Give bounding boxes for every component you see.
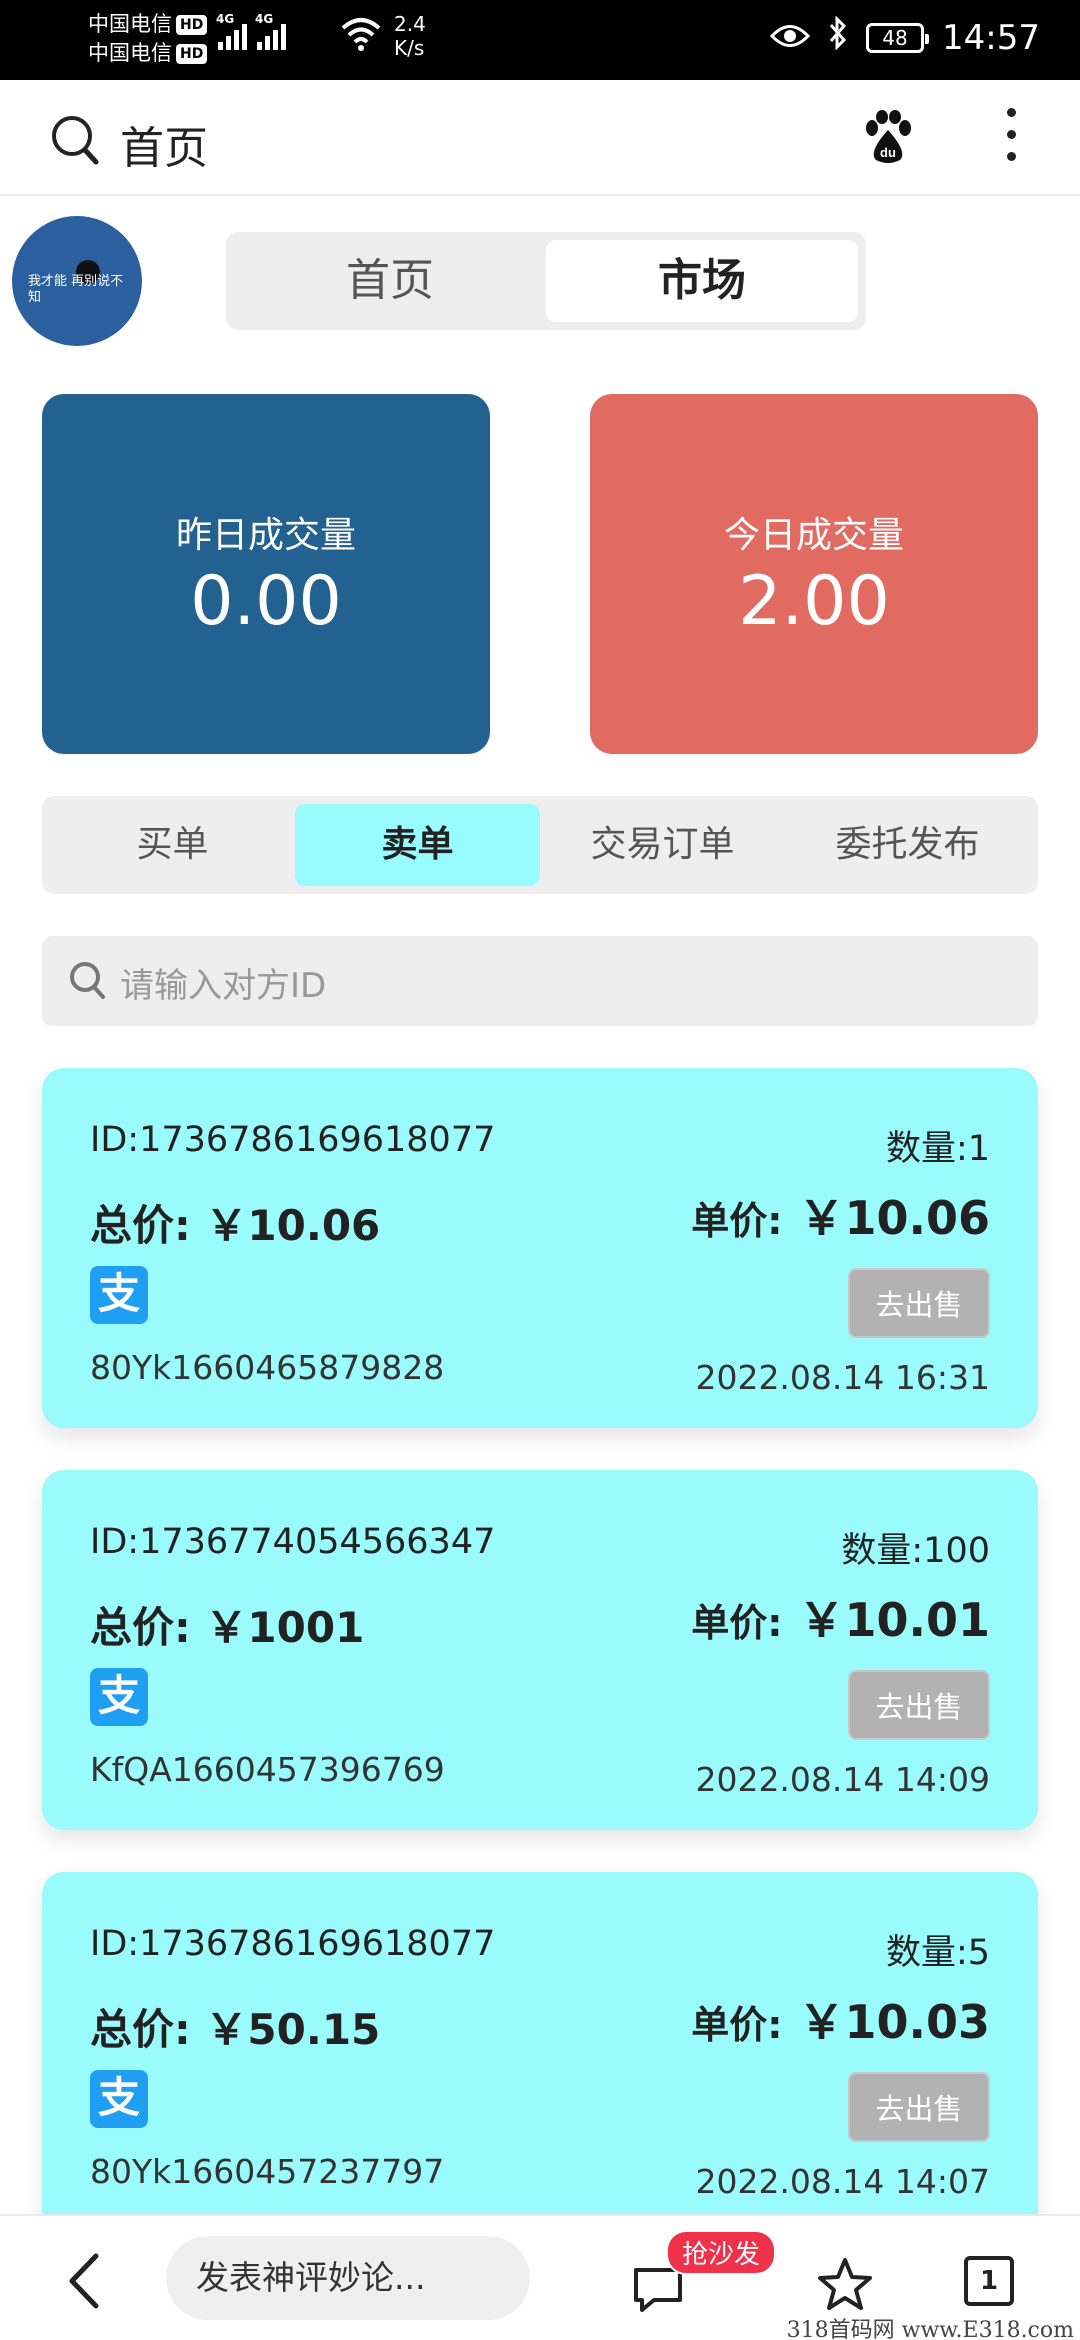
- order-unit-price: 单价: ￥10.06: [691, 1191, 990, 1245]
- order-time: 2022.08.14 14:07: [695, 2162, 990, 2201]
- order-code: KfQA1660457396769: [90, 1750, 445, 1789]
- order-unit-price: 单价: ￥10.01: [691, 1593, 990, 1647]
- order-card: ID:1736786169618077 数量:5 总价: ￥50.15 单价: …: [42, 1872, 1038, 2232]
- carrier-1: 中国电信: [88, 12, 172, 36]
- order-quantity: 数量:100: [841, 1531, 990, 1571]
- tab-sell-orders[interactable]: 卖单: [295, 804, 540, 886]
- signal-icon: 4G: [255, 12, 286, 50]
- avatar[interactable]: 我才能 再别说不知: [12, 216, 142, 346]
- tab-trade-orders[interactable]: 交易订单: [540, 804, 785, 886]
- yesterday-volume-card: 昨日成交量 0.00: [42, 394, 490, 754]
- sell-button[interactable]: 去出售: [848, 1670, 990, 1740]
- order-time: 2022.08.14 16:31: [695, 1358, 990, 1397]
- hd-badge: HD: [176, 43, 208, 64]
- order-unit-price: 单价: ￥10.03: [691, 1995, 990, 2049]
- tab-home[interactable]: 首页: [234, 240, 546, 322]
- order-time: 2022.08.14 14:09: [695, 1760, 990, 1799]
- signal-icons: 4G 4G: [216, 12, 286, 50]
- order-quantity: 数量:5: [885, 1933, 990, 1973]
- app-header: 首页 du: [0, 80, 1080, 196]
- order-total: 总价: ￥50.15: [90, 2005, 381, 2054]
- tab-buy-orders[interactable]: 买单: [50, 804, 295, 886]
- carrier-2: 中国电信: [88, 41, 172, 65]
- avatar-caption: 我才能 再别说不知: [28, 274, 124, 305]
- comment-badge: 抢沙发: [666, 2230, 777, 2275]
- search-placeholder: 请输入对方ID: [120, 966, 327, 1006]
- alipay-icon: 支: [90, 1668, 148, 1726]
- search-input[interactable]: 请输入对方ID: [42, 936, 1038, 1026]
- hd-badge: HD: [176, 14, 208, 35]
- alipay-icon: 支: [90, 1266, 148, 1324]
- order-total: 总价: ￥1001: [90, 1603, 365, 1652]
- today-volume-label: 今日成交量: [723, 515, 904, 556]
- more-options-icon[interactable]: [1004, 108, 1018, 161]
- today-volume-value: 2.00: [738, 562, 890, 641]
- order-id: ID:1736786169618077: [90, 1120, 496, 1160]
- order-card: ID:1736774054566347 数量:100 总价: ￥1001 单价:…: [42, 1470, 1038, 1830]
- signal-icon: 4G: [216, 12, 247, 50]
- order-code: 80Yk1660465879828: [90, 1348, 445, 1387]
- order-tabs: 买单 卖单 交易订单 委托发布: [42, 796, 1038, 894]
- order-id: ID:1736786169618077: [90, 1924, 496, 1964]
- today-volume-card: 今日成交量 2.00: [590, 394, 1038, 754]
- yesterday-volume-label: 昨日成交量: [175, 515, 356, 556]
- eye-icon: [769, 18, 811, 58]
- back-icon[interactable]: [66, 2252, 102, 2314]
- watermark: 318首码网 www.E318.com: [786, 2318, 1074, 2340]
- status-bar: 中国电信 HD 中国电信 HD 4G 4G 2.4 K/s 48 14:57: [0, 0, 1080, 80]
- tab-market[interactable]: 市场: [546, 240, 858, 322]
- wifi-icon: [340, 16, 382, 56]
- order-quantity: 数量:1: [885, 1129, 990, 1169]
- order-total: 总价: ￥10.06: [90, 1201, 381, 1250]
- comment-input[interactable]: 发表神评妙论...: [166, 2236, 530, 2320]
- favorite-star-icon[interactable]: [816, 2256, 874, 2316]
- sell-button[interactable]: 去出售: [848, 1268, 990, 1338]
- page-title[interactable]: 首页: [120, 112, 208, 176]
- battery-icon: 48: [866, 22, 930, 53]
- clock: 14:57: [942, 17, 1040, 58]
- top-tabs: 首页 市场: [226, 232, 866, 330]
- baidu-logo-icon[interactable]: du: [862, 110, 914, 168]
- order-code: 80Yk1660457237797: [90, 2152, 445, 2191]
- search-icon[interactable]: [50, 114, 100, 170]
- sell-button[interactable]: 去出售: [848, 2072, 990, 2142]
- tab-publish-order[interactable]: 委托发布: [785, 804, 1030, 886]
- bluetooth-icon: [828, 15, 848, 59]
- yesterday-volume-value: 0.00: [190, 562, 342, 641]
- svg-text:du: du: [880, 145, 896, 160]
- order-card: ID:1736786169618077 数量:1 总价: ￥10.06 单价: …: [42, 1068, 1038, 1428]
- alipay-icon: 支: [90, 2070, 148, 2128]
- tabs-count-icon[interactable]: 1: [964, 2256, 1014, 2306]
- order-id: ID:1736774054566347: [90, 1522, 496, 1562]
- search-icon: [68, 960, 108, 1006]
- carrier-info: 中国电信 HD 中国电信 HD: [88, 10, 208, 68]
- network-speed: 2.4 K/s: [394, 12, 426, 60]
